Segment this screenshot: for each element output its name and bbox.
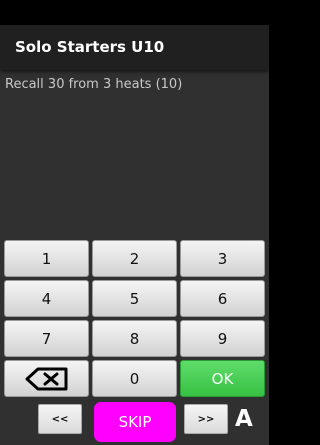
key-6[interactable]: 6 xyxy=(180,280,265,317)
page-title: Solo Starters U10 xyxy=(15,38,165,56)
recall-info-text: Recall 30 from 3 heats (10) xyxy=(5,77,183,92)
skip-button[interactable]: SKIP xyxy=(94,402,176,442)
key-7[interactable]: 7 xyxy=(4,320,89,357)
heat-letter-indicator: A xyxy=(235,406,253,432)
ok-button[interactable]: OK xyxy=(180,360,265,397)
key-4[interactable]: 4 xyxy=(4,280,89,317)
numeric-keypad: 1 2 3 4 5 6 7 8 9 0 OK xyxy=(4,240,265,397)
app-screen: Solo Starters U10 Recall 30 from 3 heats… xyxy=(0,0,269,445)
next-button[interactable]: >> xyxy=(184,404,228,434)
backspace-button[interactable] xyxy=(4,360,89,397)
key-3[interactable]: 3 xyxy=(180,240,265,277)
key-9[interactable]: 9 xyxy=(180,320,265,357)
action-bar: Solo Starters U10 xyxy=(0,25,269,70)
bottom-controls: << SKIP >> A xyxy=(0,399,269,445)
previous-button[interactable]: << xyxy=(38,404,82,434)
key-0[interactable]: 0 xyxy=(92,360,177,397)
key-8[interactable]: 8 xyxy=(92,320,177,357)
backspace-icon xyxy=(25,367,67,390)
status-bar xyxy=(0,0,269,25)
key-5[interactable]: 5 xyxy=(92,280,177,317)
key-2[interactable]: 2 xyxy=(92,240,177,277)
key-1[interactable]: 1 xyxy=(4,240,89,277)
